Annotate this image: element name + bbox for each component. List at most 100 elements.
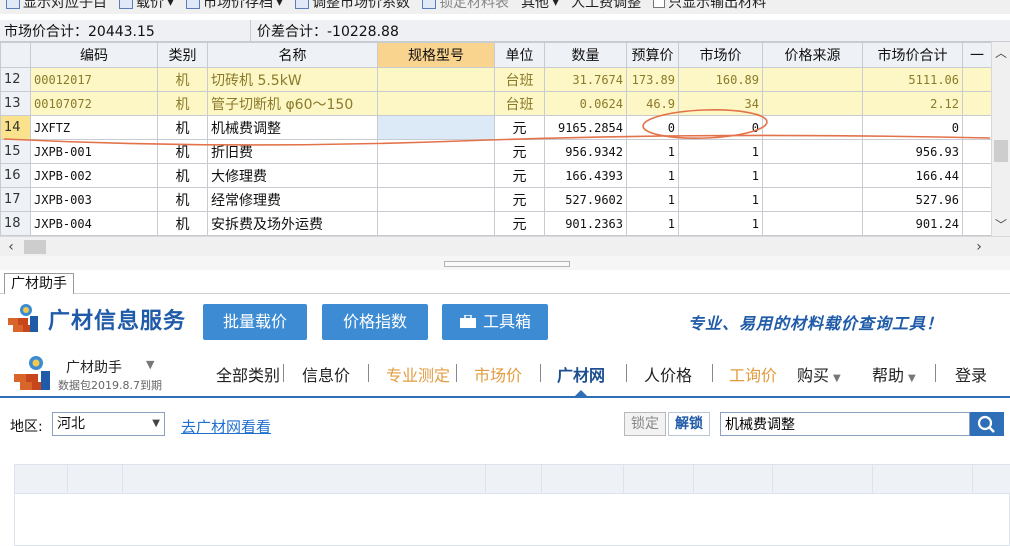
load-price-button[interactable]: 载价 ▾	[119, 0, 174, 12]
nav-login[interactable]: 登录	[955, 362, 987, 386]
table-row[interactable]: 14 JXFTZ 机机械费调整元 9165.2854 0 0 0	[0, 115, 992, 140]
cell-code[interactable]: JXPB-002	[30, 163, 158, 188]
cell-price-source[interactable]	[762, 211, 863, 236]
batch-load-price-button[interactable]: 批量载价	[203, 304, 307, 340]
nav-info-price[interactable]: 信息价	[302, 362, 350, 386]
cell-category[interactable]: 机	[157, 211, 208, 236]
toolbox-button[interactable]: 工具箱	[442, 304, 548, 340]
cell-budget-price[interactable]: 1	[626, 187, 679, 212]
scroll-left-icon[interactable]: ‹	[2, 237, 20, 257]
cell-market-total[interactable]: 2.12	[862, 91, 963, 116]
scroll-right-icon[interactable]: ›	[970, 237, 988, 257]
cell-code[interactable]: JXPB-003	[30, 187, 158, 212]
splitter-grip[interactable]	[444, 261, 570, 267]
cell-price-source[interactable]	[762, 187, 863, 212]
cell-code[interactable]: 00012017	[30, 67, 158, 92]
cell-category[interactable]: 机	[157, 115, 208, 140]
header-market-price[interactable]: 市场价	[678, 42, 763, 68]
cell-spec[interactable]	[377, 139, 495, 164]
labor-adjust-button[interactable]: 人工费调整	[571, 0, 641, 12]
cell-quantity[interactable]: 9165.2854	[544, 115, 627, 140]
cell-spec[interactable]	[377, 67, 495, 92]
table-row[interactable]: 13 00107072 机管子切断机 φ60～150 台班 0.0624 46.9 34 2.…	[0, 91, 992, 116]
cell-market-total[interactable]: 0	[862, 115, 963, 140]
region-select[interactable]: 河北 ▼	[52, 412, 165, 436]
table-row[interactable]: 12 00012017 机切砖机 5.5kW 台班 31.7674 173.89 160.8…	[0, 67, 992, 92]
cell-unit[interactable]: 元	[494, 187, 545, 212]
tab-guangcai-assistant[interactable]: 广材助手	[4, 273, 74, 294]
cell-quantity[interactable]: 0.0624	[544, 91, 627, 116]
cell-market-total[interactable]: 166.44	[862, 163, 963, 188]
cell-name[interactable]: 折旧费	[207, 139, 378, 164]
only-output-material-checkbox[interactable]: 只显示输出材料	[653, 0, 766, 12]
cell-code[interactable]: JXPB-001	[30, 139, 158, 164]
cell-code[interactable]: 00107072	[30, 91, 158, 116]
cell-price-source[interactable]	[762, 115, 863, 140]
header-name[interactable]: 名称	[207, 42, 378, 68]
cell-spec[interactable]	[377, 163, 495, 188]
cell-name[interactable]: 大修理费	[207, 163, 378, 188]
header-market-total[interactable]: 市场价合计	[862, 42, 963, 68]
grid-horizontal-scrollbar[interactable]: ‹ ›	[0, 236, 1010, 256]
cell-spec[interactable]	[377, 211, 495, 236]
nav-buy[interactable]: 购买 ▼	[797, 362, 841, 386]
cell-spec[interactable]	[377, 187, 495, 212]
nav-help[interactable]: 帮助 ▼	[872, 362, 916, 386]
nav-professional-measure[interactable]: 专业测定	[386, 362, 450, 386]
cell-budget-price[interactable]: 1	[626, 163, 679, 188]
header-quantity[interactable]: 数量	[544, 42, 627, 68]
cell-code[interactable]: JXFTZ	[30, 115, 158, 140]
cell-name[interactable]: 管子切断机 φ60～150	[207, 91, 378, 116]
cell-market-price[interactable]: 1	[678, 187, 763, 212]
cell-budget-price[interactable]: 173.89	[626, 67, 679, 92]
cell-name[interactable]: 安拆费及场外运费	[207, 211, 378, 236]
cell-market-total[interactable]: 901.24	[862, 211, 963, 236]
panel-splitter[interactable]	[0, 256, 1010, 270]
cell-budget-price[interactable]: 0	[626, 115, 679, 140]
chevron-down-icon[interactable]: ▼	[152, 413, 160, 435]
cell-market-total[interactable]: 5111.06	[862, 67, 963, 92]
cell-price-source[interactable]	[762, 163, 863, 188]
cell-category[interactable]: 机	[157, 163, 208, 188]
material-grid[interactable]: 编码 类别 名称 规格型号 单位 数量 预算价 市场价 价格来源 市场价合计 一…	[0, 42, 1010, 236]
cell-quantity[interactable]: 956.9342	[544, 139, 627, 164]
adjust-coefficient-button[interactable]: 调整市场价系数	[295, 0, 410, 12]
cell-name[interactable]: 机械费调整	[207, 115, 378, 140]
scroll-down-icon[interactable]: ﹀	[992, 216, 1010, 234]
cell-market-price[interactable]: 34	[678, 91, 763, 116]
cell-quantity[interactable]: 31.7674	[544, 67, 627, 92]
nav-guangcai-web[interactable]: 广材网	[557, 362, 605, 386]
cell-quantity[interactable]: 527.9602	[544, 187, 627, 212]
visit-guangcai-link[interactable]: 去广材网看看	[181, 416, 271, 437]
cell-unit[interactable]: 元	[494, 115, 545, 140]
scroll-up-icon[interactable]: ︿	[992, 44, 1010, 62]
cell-market-price[interactable]: 160.89	[678, 67, 763, 92]
header-code[interactable]: 编码	[30, 42, 158, 68]
lock-material-button[interactable]: 锁定材料表	[422, 0, 509, 12]
show-sub-item-button[interactable]: 显示对应子目	[6, 0, 107, 12]
cell-budget-price[interactable]: 46.9	[626, 91, 679, 116]
cell-price-source[interactable]	[762, 67, 863, 92]
vertical-scroll-thumb[interactable]	[994, 140, 1008, 162]
cell-unit[interactable]: 台班	[494, 67, 545, 92]
price-index-button[interactable]: 价格指数	[322, 304, 428, 340]
header-category[interactable]: 类别	[157, 42, 208, 68]
nav-market-price[interactable]: 市场价	[474, 362, 522, 386]
horizontal-scroll-thumb[interactable]	[24, 240, 46, 254]
cell-spec[interactable]	[377, 91, 495, 116]
cell-category[interactable]: 机	[157, 139, 208, 164]
cell-market-total[interactable]: 527.96	[862, 187, 963, 212]
search-button[interactable]	[970, 412, 1004, 436]
cell-category[interactable]: 机	[157, 67, 208, 92]
save-market-price-button[interactable]: 市场价存档 ▾	[186, 0, 283, 12]
cell-budget-price[interactable]: 1	[626, 139, 679, 164]
price-results-grid[interactable]	[14, 464, 1010, 546]
header-spec[interactable]: 规格型号	[377, 42, 495, 68]
unlock-button[interactable]: 解锁	[668, 412, 710, 436]
cell-unit[interactable]: 元	[494, 211, 545, 236]
table-row[interactable]: 16 JXPB-002 机大修理费元 166.4393 1 1 166.44	[0, 163, 992, 188]
cell-unit[interactable]: 元	[494, 139, 545, 164]
cell-name[interactable]: 切砖机 5.5kW	[207, 67, 378, 92]
nav-person-price[interactable]: 人价格	[644, 362, 692, 386]
cell-budget-price[interactable]: 1	[626, 211, 679, 236]
